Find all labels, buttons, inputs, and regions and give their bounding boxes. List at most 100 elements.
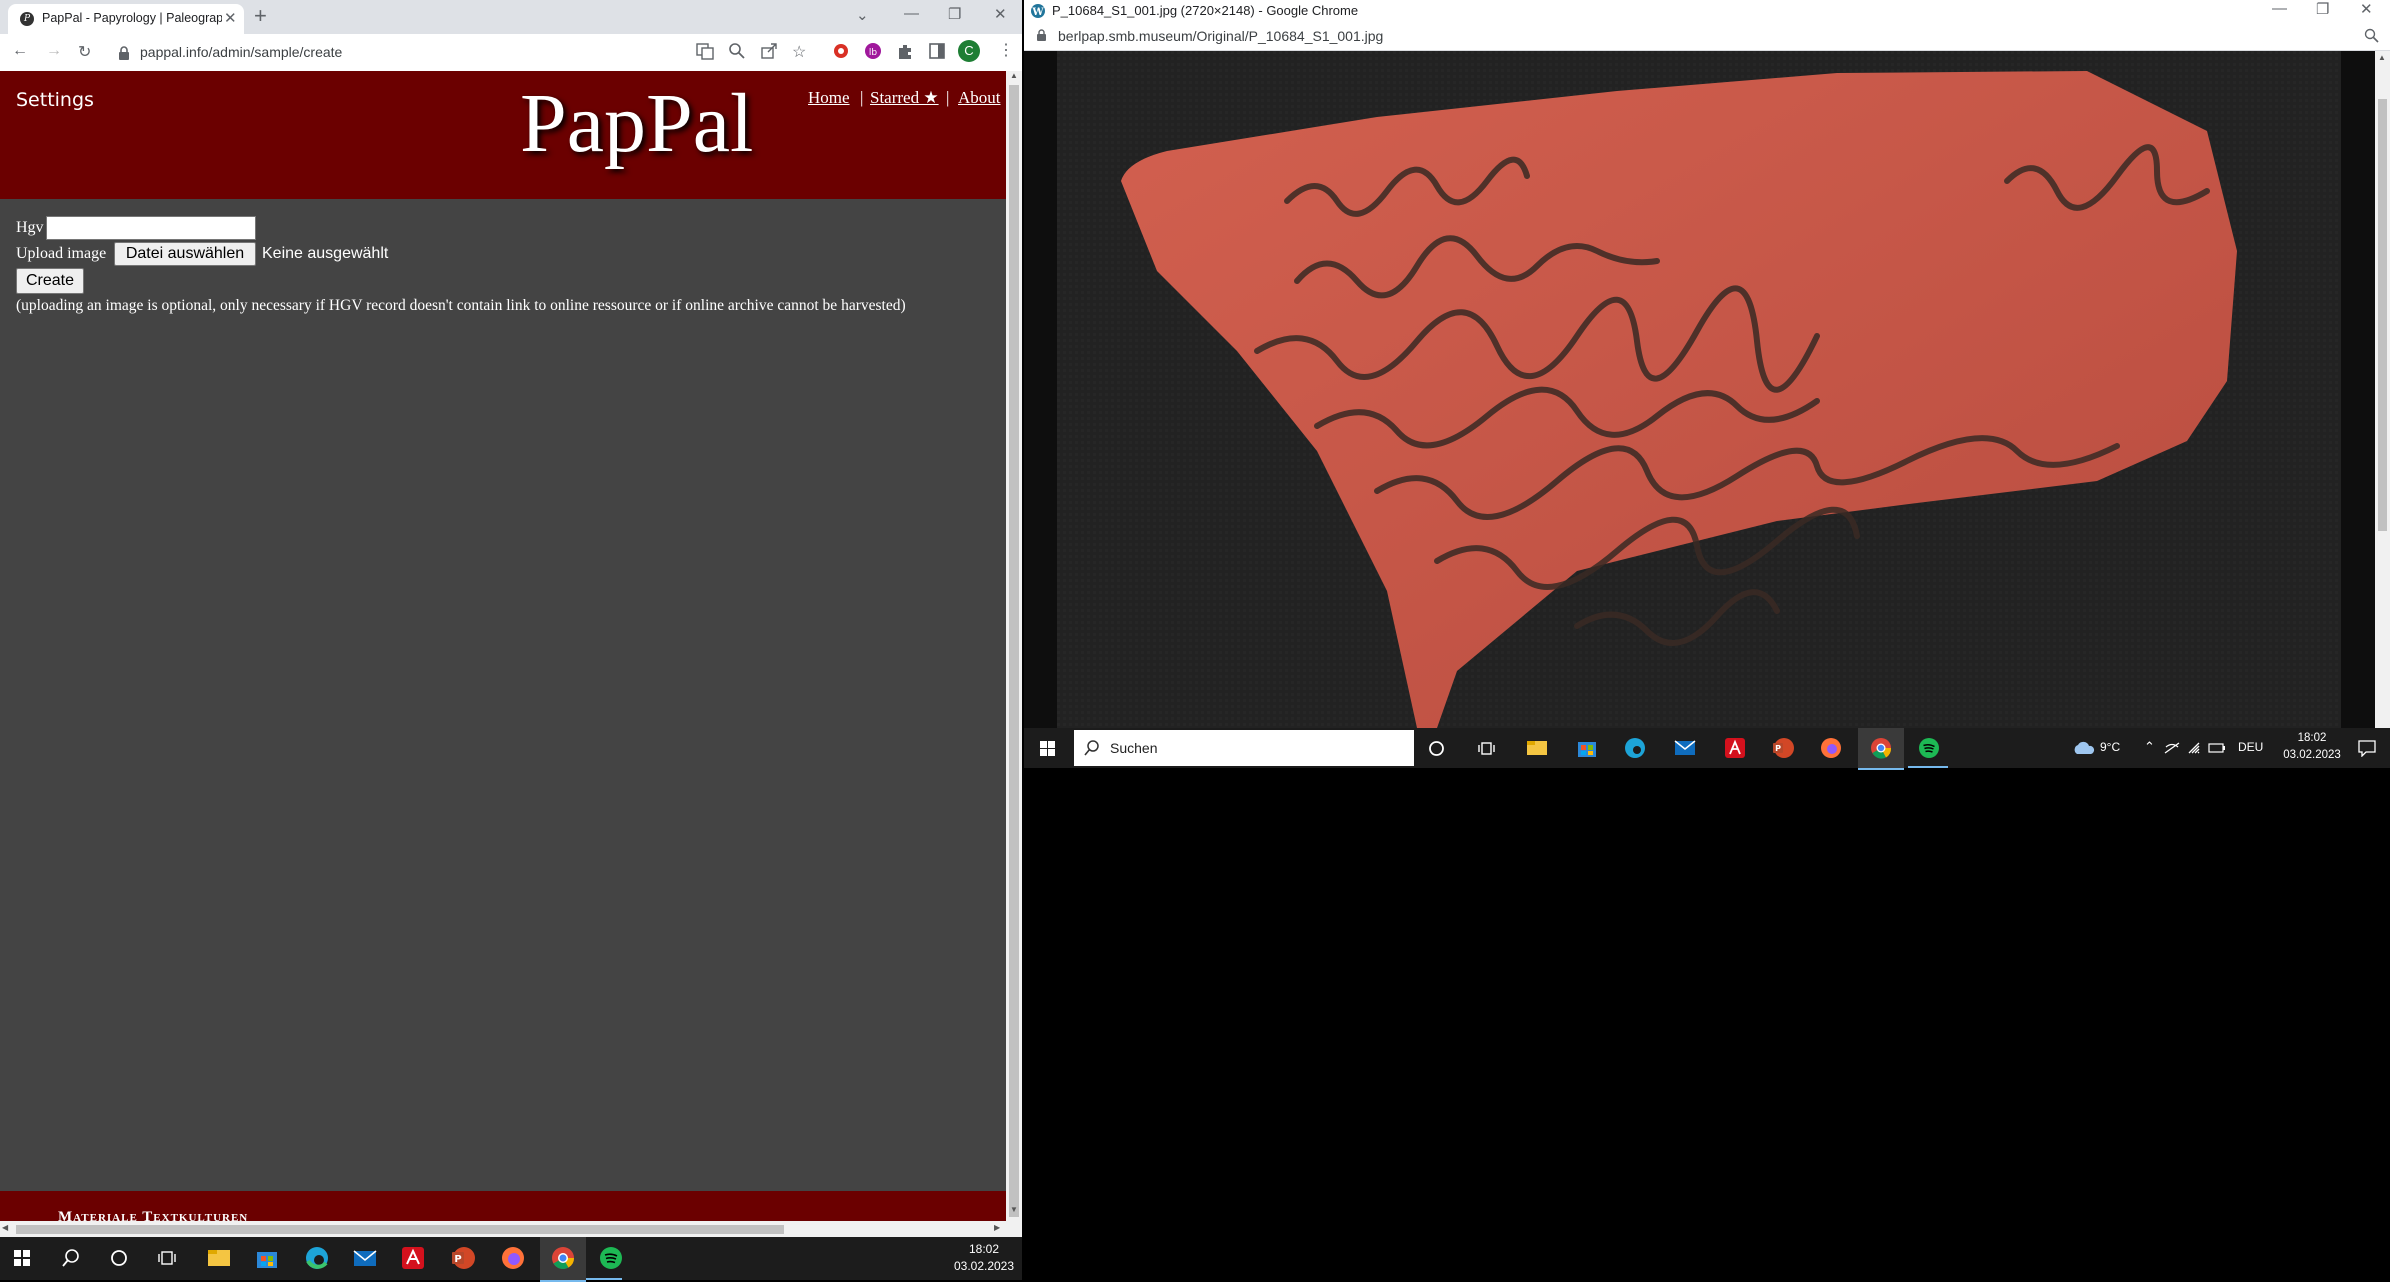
- scroll-down-icon[interactable]: ▼: [1010, 1205, 1018, 1214]
- choose-file-button[interactable]: Datei auswählen: [114, 242, 256, 266]
- translate-icon[interactable]: [696, 42, 714, 60]
- menu-kebab-icon[interactable]: ⋮: [998, 40, 1014, 60]
- battery-icon[interactable]: [2208, 741, 2226, 755]
- taskbar-clock-left[interactable]: 18:02 03.02.2023: [946, 1241, 1022, 1275]
- cortana-icon[interactable]: [110, 1249, 128, 1267]
- tab-search-icon[interactable]: ⌄: [856, 6, 869, 24]
- right-vertical-scrollbar[interactable]: ▲: [2375, 51, 2390, 728]
- clock-date-left: 03.02.2023: [953, 1259, 1015, 1273]
- right-minimize-icon[interactable]: —: [2272, 0, 2287, 17]
- task-view-icon[interactable]: [158, 1249, 176, 1267]
- zoom-icon[interactable]: [728, 42, 746, 60]
- right-store-icon[interactable]: [1576, 737, 1598, 759]
- pappal-logo[interactable]: PapPal: [520, 75, 753, 172]
- nav-home-link[interactable]: Home: [808, 88, 850, 107]
- page-horizontal-scrollbar[interactable]: ◀ ▶: [0, 1221, 1006, 1237]
- search-icon[interactable]: [62, 1249, 80, 1267]
- weather-cloud-icon: [2074, 741, 2095, 754]
- spotify-icon[interactable]: [598, 1245, 624, 1271]
- right-restore-icon[interactable]: ❐: [2316, 0, 2329, 18]
- close-window-icon[interactable]: ✕: [994, 5, 1007, 23]
- right-task-view-icon[interactable]: [1478, 740, 1495, 757]
- right-edge-icon[interactable]: [1624, 737, 1646, 759]
- extension-purple-icon[interactable]: lb: [864, 42, 882, 60]
- clock-time-right: 18:02: [2297, 732, 2327, 744]
- scroll-right-icon[interactable]: ▶: [994, 1223, 1000, 1232]
- browser-toolbar: ← → ↻ pappal.info/admin/sample/create ☆ …: [0, 34, 1022, 72]
- right-title-bar: W P_10684_S1_001.jpg (2720×2148) - Googl…: [1024, 0, 2390, 22]
- store-icon[interactable]: [254, 1245, 280, 1271]
- chrome-icon[interactable]: [550, 1245, 576, 1271]
- side-panel-icon[interactable]: [928, 42, 946, 60]
- nav-about-link[interactable]: About: [958, 88, 1001, 107]
- image-viewer[interactable]: [1024, 51, 2375, 728]
- create-button[interactable]: Create: [16, 268, 84, 294]
- nav-starred-link[interactable]: Starred ★: [870, 88, 939, 107]
- tab-title: PapPal - Papyrology | Paleography: [42, 11, 222, 25]
- tray-chevron-icon[interactable]: ⌃: [2144, 739, 2155, 755]
- upload-label: Upload image: [16, 245, 107, 262]
- right-lock-icon: [1037, 29, 1046, 41]
- right-acrobat-icon[interactable]: [1724, 737, 1746, 759]
- tab-close-icon[interactable]: ✕: [224, 9, 237, 27]
- right-windows-start-icon[interactable]: [1040, 741, 1055, 756]
- scroll-left-icon[interactable]: ◀: [2, 1223, 8, 1232]
- notification-center-icon[interactable]: [2358, 740, 2376, 757]
- network-off-icon[interactable]: [2164, 741, 2180, 755]
- nav-starred[interactable]: Starred ★: [870, 88, 939, 108]
- new-tab-icon[interactable]: +: [254, 3, 267, 29]
- svg-text:W: W: [1031, 7, 1044, 18]
- weather-temperature[interactable]: 9°C: [2100, 740, 2120, 754]
- right-scroll-thumb[interactable]: [2378, 99, 2387, 531]
- omnibox[interactable]: pappal.info/admin/sample/create: [108, 39, 690, 67]
- right-spotify-icon[interactable]: [1918, 737, 1940, 759]
- bookmark-star-icon[interactable]: ☆: [792, 42, 810, 61]
- right-address-bar[interactable]: berlpap.smb.museum/Original/P_10684_S1_0…: [1024, 22, 2390, 51]
- pappal-header: Settings PapPal Home | Starred ★ | About: [0, 71, 1006, 199]
- powerpoint-icon[interactable]: P: [450, 1245, 476, 1271]
- wifi-icon[interactable]: [2186, 741, 2202, 755]
- forward-icon[interactable]: →: [46, 42, 62, 60]
- right-chrome-taskbar-active[interactable]: [1858, 728, 1904, 770]
- scroll-up-icon[interactable]: ▲: [1010, 71, 1018, 80]
- vertical-scroll-thumb[interactable]: [1009, 85, 1019, 1217]
- file-explorer-icon[interactable]: [206, 1245, 232, 1271]
- right-cortana-icon[interactable]: [1428, 740, 1445, 757]
- back-icon[interactable]: ←: [12, 42, 28, 60]
- horizontal-scroll-thumb[interactable]: [16, 1225, 784, 1234]
- acrobat-icon[interactable]: [400, 1245, 426, 1271]
- extensions-puzzle-icon[interactable]: [896, 42, 914, 60]
- right-mail-icon[interactable]: [1674, 737, 1696, 759]
- right-powerpoint-icon[interactable]: P: [1772, 737, 1794, 759]
- svg-text:lb: lb: [869, 48, 878, 58]
- right-firefox-icon[interactable]: [1820, 737, 1842, 759]
- chrome-taskbar-active[interactable]: [540, 1237, 586, 1282]
- right-zoom-icon[interactable]: [2364, 28, 2380, 44]
- nav-home[interactable]: Home: [808, 88, 850, 108]
- nav-about[interactable]: About: [958, 88, 1001, 108]
- minimize-icon[interactable]: —: [904, 5, 919, 22]
- wordpress-favicon-icon: W: [1031, 4, 1045, 18]
- tab-pappal[interactable]: P PapPal - Papyrology | Paleography ✕: [8, 4, 244, 34]
- ostracon-photo: [1057, 51, 2341, 728]
- settings-link[interactable]: Settings: [16, 89, 94, 111]
- hgv-input[interactable]: [46, 216, 256, 240]
- right-scroll-up-icon[interactable]: ▲: [2378, 53, 2386, 62]
- right-file-explorer-icon[interactable]: [1526, 737, 1548, 759]
- right-chrome-icon[interactable]: [1870, 737, 1892, 759]
- share-icon[interactable]: [760, 42, 778, 60]
- restore-icon[interactable]: ❐: [948, 5, 961, 23]
- extension-red-icon[interactable]: [832, 42, 850, 60]
- edge-icon[interactable]: [304, 1245, 330, 1271]
- input-language[interactable]: DEU: [2238, 740, 2263, 754]
- reload-icon[interactable]: ↻: [78, 42, 91, 62]
- profile-avatar[interactable]: C: [958, 40, 980, 62]
- mail-icon[interactable]: [352, 1245, 378, 1271]
- right-close-icon[interactable]: ✕: [2360, 0, 2373, 18]
- windows-start-icon[interactable]: [14, 1250, 30, 1266]
- firefox-icon[interactable]: [500, 1245, 526, 1271]
- taskbar-search-box[interactable]: Suchen: [1074, 730, 1414, 766]
- right-url-text: berlpap.smb.museum/Original/P_10684_S1_0…: [1058, 28, 1384, 44]
- taskbar-clock-right[interactable]: 18:02 03.02.2023: [2274, 730, 2350, 764]
- page-vertical-scrollbar[interactable]: ▲ ▼: [1006, 71, 1022, 1237]
